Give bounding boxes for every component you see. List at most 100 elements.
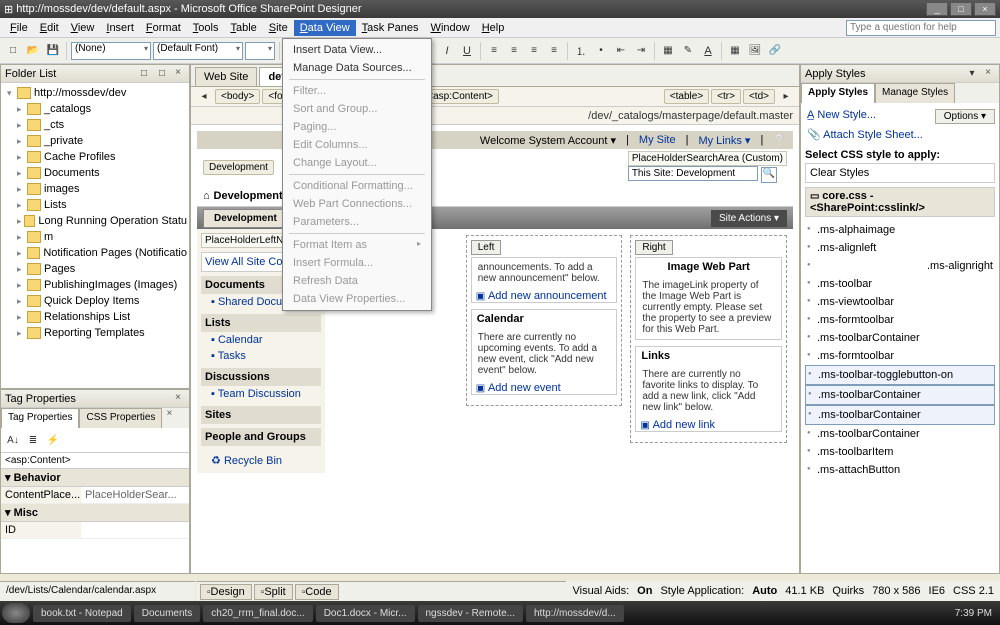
mylinks-menu[interactable]: My Links ▾ bbox=[698, 134, 750, 147]
font-select[interactable]: (Default Font) bbox=[153, 42, 243, 60]
hyperlink-icon[interactable]: 🔗 bbox=[766, 42, 784, 60]
sort-az-icon[interactable]: A↓ bbox=[4, 431, 22, 449]
tree-node[interactable]: ▸Quick Deploy Items bbox=[3, 293, 187, 309]
crumb[interactable]: <asp:Content> bbox=[421, 89, 499, 104]
add-link-link[interactable]: Add new link bbox=[653, 419, 715, 431]
table-icon[interactable]: ▦ bbox=[726, 42, 744, 60]
underline-icon[interactable]: U bbox=[458, 42, 476, 60]
ql-item[interactable]: ▪ Calendar bbox=[201, 332, 321, 348]
sort-cat-icon[interactable]: ≣ bbox=[24, 431, 42, 449]
clear-styles-item[interactable]: Clear Styles bbox=[805, 163, 995, 183]
sp-breadcrumb[interactable]: Development bbox=[203, 160, 274, 175]
mysite-link[interactable]: My Site bbox=[639, 134, 676, 146]
tree-node[interactable]: ▸Documents bbox=[3, 165, 187, 181]
crumb-back-icon[interactable]: ◂ bbox=[195, 88, 213, 106]
tree-node[interactable]: ▸Pages bbox=[3, 261, 187, 277]
css-class-item[interactable]: .ms-formtoolbar bbox=[805, 311, 995, 329]
taskbar-item[interactable]: Doc1.docx - Micr... bbox=[316, 605, 415, 622]
crumb[interactable]: <table> bbox=[664, 89, 709, 104]
image-icon[interactable]: 🖼 bbox=[746, 42, 764, 60]
property-grid[interactable]: ▾ BehaviorContentPlace...PlaceHolderSear… bbox=[1, 469, 189, 573]
css-source-header[interactable]: ▭ core.css - <SharePoint:csslink/> bbox=[805, 187, 995, 217]
ql-heading[interactable]: Discussions bbox=[201, 368, 321, 386]
css-class-item[interactable]: .ms-alignleft bbox=[805, 239, 995, 257]
tag-properties-close[interactable]: × bbox=[171, 392, 185, 406]
menu-window[interactable]: Window bbox=[425, 20, 476, 36]
design-view-tab[interactable]: ▫Design bbox=[200, 584, 252, 600]
tree-node[interactable]: ▸_cts bbox=[3, 117, 187, 133]
size-select[interactable] bbox=[245, 42, 275, 60]
css-class-item[interactable]: .ms-attachButton bbox=[805, 461, 995, 479]
ql-heading[interactable]: Lists bbox=[201, 314, 321, 332]
justify-icon[interactable]: ≡ bbox=[545, 42, 563, 60]
menu-edit[interactable]: Edit bbox=[34, 20, 65, 36]
css-class-item[interactable]: .ms-toolbarContainer bbox=[805, 385, 995, 405]
tree-node[interactable]: ▸Long Running Operation Statu bbox=[3, 213, 187, 229]
tree-node[interactable]: ▸m bbox=[3, 229, 187, 245]
numbered-list-icon[interactable]: ⒈ bbox=[572, 42, 590, 60]
tree-node[interactable]: ▸PublishingImages (Images) bbox=[3, 277, 187, 293]
prop-category[interactable]: ▾ Misc bbox=[1, 504, 189, 522]
attach-stylesheet-link[interactable]: 📎 Attach Style Sheet... bbox=[805, 126, 995, 143]
menu-help[interactable]: Help bbox=[476, 20, 511, 36]
split-view-tab[interactable]: ▫Split bbox=[254, 584, 293, 600]
minimize-button[interactable]: _ bbox=[926, 2, 948, 16]
menu-table[interactable]: Table bbox=[224, 20, 262, 36]
options-button[interactable]: Options ▾ bbox=[935, 109, 995, 124]
css-class-item[interactable]: .ms-alphaimage bbox=[805, 221, 995, 239]
search-go-icon[interactable]: 🔍 bbox=[761, 167, 777, 183]
folder-tree[interactable]: ▾http://mossdev/dev▸_catalogs▸_cts▸_priv… bbox=[1, 83, 189, 388]
css-class-item[interactable]: .ms-toolbarContainer bbox=[805, 425, 995, 443]
add-announcement-link[interactable]: Add new announcement bbox=[488, 290, 607, 302]
css-class-item[interactable]: .ms-toolbarItem bbox=[805, 443, 995, 461]
help-search-input[interactable] bbox=[846, 20, 996, 36]
ql-item[interactable]: ▪ Team Discussion bbox=[201, 386, 321, 402]
font-color-icon[interactable]: A bbox=[699, 42, 717, 60]
doc-tab[interactable]: Web Site bbox=[195, 67, 257, 86]
taskbar-item[interactable]: Documents bbox=[134, 605, 201, 622]
code-view-tab[interactable]: ▫Code bbox=[295, 584, 339, 600]
style-select[interactable]: (None) bbox=[71, 42, 151, 60]
menu-item-manage-data-sources[interactable]: Manage Data Sources... bbox=[285, 59, 429, 77]
tab-tag-properties[interactable]: Tag Properties bbox=[1, 408, 79, 428]
maximize-button[interactable]: □ bbox=[950, 2, 972, 16]
tree-node[interactable]: ▸_private bbox=[3, 133, 187, 149]
open-icon[interactable]: 📂 bbox=[24, 42, 42, 60]
css-class-item[interactable]: .ms-toolbarContainer bbox=[805, 329, 995, 347]
tree-node[interactable]: ▸Lists bbox=[3, 197, 187, 213]
bullet-list-icon[interactable]: • bbox=[592, 42, 610, 60]
add-event-link[interactable]: Add new event bbox=[488, 382, 561, 394]
events-icon[interactable]: ⚡ bbox=[44, 431, 62, 449]
menu-item-insert-data-view[interactable]: Insert Data View... bbox=[285, 41, 429, 59]
menu-task-panes[interactable]: Task Panes bbox=[356, 20, 425, 36]
align-right-icon[interactable]: ≡ bbox=[525, 42, 543, 60]
tab-apply-styles[interactable]: Apply Styles bbox=[801, 83, 875, 103]
css-class-item[interactable]: .ms-toolbarContainer bbox=[805, 405, 995, 425]
taskbar-item[interactable]: http://mossdev/d... bbox=[526, 605, 624, 622]
css-class-item[interactable]: .ms-viewtoolbar bbox=[805, 293, 995, 311]
webpart-zone-left[interactable]: Left announcements. To add a new announc… bbox=[466, 235, 623, 406]
tree-node[interactable]: ▸_catalogs bbox=[3, 101, 187, 117]
webpart-zone-right[interactable]: Right Image Web Part The imageLink prope… bbox=[630, 235, 787, 443]
tree-node[interactable]: ▸images bbox=[3, 181, 187, 197]
save-icon[interactable]: 💾 bbox=[44, 42, 62, 60]
css-class-item[interactable]: .ms-toolbar-togglebutton-on bbox=[805, 365, 995, 385]
menu-data-view[interactable]: Data View bbox=[294, 20, 356, 36]
outdent-icon[interactable]: ⇤ bbox=[612, 42, 630, 60]
tree-node[interactable]: ▸Reporting Templates bbox=[3, 325, 187, 341]
ql-heading[interactable]: People and Groups bbox=[201, 428, 321, 446]
tab-manage-styles[interactable]: Manage Styles bbox=[875, 83, 955, 103]
start-button[interactable] bbox=[2, 603, 30, 623]
crumb-fwd-icon[interactable]: ▸ bbox=[777, 88, 795, 106]
tag-tabs-close[interactable]: × bbox=[162, 408, 176, 422]
italic-icon[interactable]: I bbox=[438, 42, 456, 60]
ql-item[interactable]: ▪ Tasks bbox=[201, 348, 321, 364]
menu-site[interactable]: Site bbox=[263, 20, 294, 36]
align-center-icon[interactable]: ≡ bbox=[505, 42, 523, 60]
tree-node[interactable]: ▸Notification Pages (Notificatio bbox=[3, 245, 187, 261]
menu-insert[interactable]: Insert bbox=[100, 20, 140, 36]
new-page-icon[interactable]: □ bbox=[153, 65, 171, 83]
panel-dropdown-icon[interactable]: ▾ bbox=[963, 65, 981, 83]
crumb[interactable]: <td> bbox=[743, 89, 775, 104]
site-actions-menu[interactable]: Site Actions ▾ bbox=[711, 210, 787, 227]
